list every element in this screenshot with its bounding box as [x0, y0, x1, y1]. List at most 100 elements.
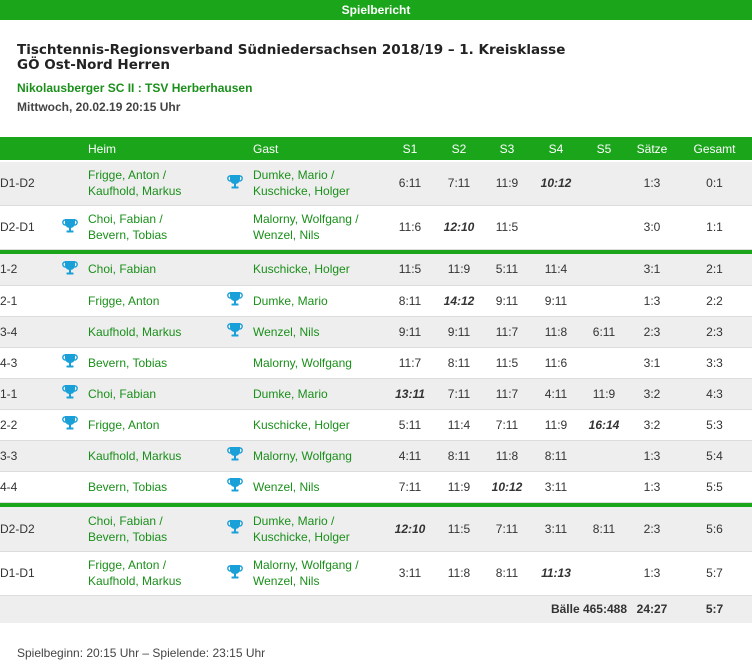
- sets-result: 3:1: [627, 254, 677, 286]
- player-cell: Wenzel, Nils: [253, 316, 385, 348]
- player-name[interactable]: Kuschicke, Holger: [253, 184, 350, 198]
- player-name[interactable]: Frigge, Anton: [88, 294, 159, 308]
- sets-total: 24:27: [627, 595, 677, 623]
- player-name[interactable]: Kaufhold, Markus: [88, 184, 181, 198]
- set-score-s1: 4:11: [385, 440, 435, 472]
- player-name[interactable]: Bevern, Tobias: [88, 228, 167, 242]
- set-score-s5: [581, 471, 627, 503]
- home-winner-cell: [52, 378, 88, 410]
- pairing-label: 3-3: [0, 440, 52, 472]
- trophy-icon: [61, 259, 79, 280]
- sets-result: 1:3: [627, 285, 677, 317]
- player-name[interactable]: Choi, Fabian: [88, 262, 156, 276]
- match-total: 5:7: [677, 595, 752, 623]
- player-name[interactable]: Malorny, Wolfgang: [253, 449, 352, 463]
- set-score-s5: [581, 285, 627, 317]
- player-cell: Dumke, Mario: [253, 285, 385, 317]
- player-name[interactable]: Dumke, Mario /: [253, 514, 334, 528]
- set-score-s5: 6:11: [581, 316, 627, 348]
- player-name[interactable]: Choi, Fabian /: [88, 212, 163, 226]
- guest-winner-cell: [216, 161, 253, 206]
- player-cell: Frigge, Anton / Kaufhold, Markus: [88, 551, 216, 596]
- player-name[interactable]: Wenzel, Nils: [253, 480, 319, 494]
- balls-total: Bälle 465:488: [0, 595, 627, 623]
- set-score-s5: 8:11: [581, 507, 627, 552]
- set-score-s4: 3:11: [531, 471, 581, 503]
- player-name[interactable]: Wenzel, Nils: [253, 574, 319, 588]
- player-name[interactable]: Kuschicke, Holger: [253, 262, 350, 276]
- player-name[interactable]: Malorny, Wolfgang /: [253, 212, 359, 226]
- set-score-s2: 11:4: [435, 409, 483, 441]
- header-gast: Gast: [253, 137, 385, 162]
- running-total: 1:1: [677, 205, 752, 250]
- set-score-s2: 11:5: [435, 507, 483, 552]
- player-cell: Dumke, Mario / Kuschicke, Holger: [253, 507, 385, 552]
- set-score-s1: 9:11: [385, 316, 435, 348]
- player-name[interactable]: Dumke, Mario: [253, 294, 328, 308]
- player-name[interactable]: Kaufhold, Markus: [88, 449, 181, 463]
- set-score-s4: 11:8: [531, 316, 581, 348]
- player-name[interactable]: Malorny, Wolfgang: [253, 356, 352, 370]
- set-score-s1: 11:5: [385, 254, 435, 286]
- trophy-icon: [61, 383, 79, 404]
- table-row: 4-4 Bevern, Tobias Wenzel, Nils 7:11 11:9 10:…: [0, 471, 752, 503]
- set-score-s5: [581, 254, 627, 286]
- player-cell: Wenzel, Nils: [253, 471, 385, 503]
- header-saetze: Sätze: [627, 137, 677, 162]
- player-cell: Malorny, Wolfgang: [253, 440, 385, 472]
- player-name[interactable]: Bevern, Tobias: [88, 530, 167, 544]
- guest-winner-cell: [216, 440, 253, 472]
- pairing-label: 2-1: [0, 285, 52, 317]
- table-row: D1-D1 Frigge, Anton / Kaufhold, Markus Malo…: [0, 551, 752, 596]
- player-name[interactable]: Bevern, Tobias: [88, 356, 167, 370]
- table-row: 2-1 Frigge, Anton Dumke, Mario 8:11 14:12 9:1…: [0, 285, 752, 317]
- set-score-s1: 8:11: [385, 285, 435, 317]
- table-row: 3-4 Kaufhold, Markus Wenzel, Nils 9:11 9:11 1…: [0, 316, 752, 348]
- set-score-s3: 5:11: [483, 254, 531, 286]
- set-score-s3: 11:7: [483, 378, 531, 410]
- set-score-s1: 6:11: [385, 161, 435, 206]
- pairing-label: 1-1: [0, 378, 52, 410]
- set-score-s5: [581, 205, 627, 250]
- player-name[interactable]: Choi, Fabian: [88, 387, 156, 401]
- player-name[interactable]: Kuschicke, Holger: [253, 418, 350, 432]
- trophy-icon: [226, 321, 244, 342]
- set-score-s3: 11:7: [483, 316, 531, 348]
- player-name[interactable]: Kaufhold, Markus: [88, 574, 181, 588]
- header-s5: S5: [581, 137, 627, 162]
- player-name[interactable]: Dumke, Mario: [253, 387, 328, 401]
- guest-winner-cell: [216, 471, 253, 503]
- set-score-s3: 7:11: [483, 507, 531, 552]
- trophy-icon: [226, 476, 244, 497]
- player-cell: Kuschicke, Holger: [253, 409, 385, 441]
- set-score-s5: [581, 161, 627, 206]
- player-name[interactable]: Kuschicke, Holger: [253, 530, 350, 544]
- table-row: 1-2 Choi, Fabian Kuschicke, Holger 11:5 11:9…: [0, 254, 752, 286]
- match-info: Tischtennis-Regionsverband Südniedersach…: [17, 43, 737, 115]
- player-name[interactable]: Bevern, Tobias: [88, 480, 167, 494]
- player-name[interactable]: Frigge, Anton /: [88, 168, 166, 182]
- player-name[interactable]: Choi, Fabian /: [88, 514, 163, 528]
- set-score-s3: 11:9: [483, 161, 531, 206]
- league-title-line2: GÖ Ost-Nord Herren: [17, 57, 170, 73]
- player-name[interactable]: Dumke, Mario /: [253, 168, 334, 182]
- set-score-s2: 7:11: [435, 378, 483, 410]
- player-name[interactable]: Frigge, Anton /: [88, 558, 166, 572]
- sets-result: 3:0: [627, 205, 677, 250]
- player-name[interactable]: Malorny, Wolfgang /: [253, 558, 359, 572]
- set-score-s3: 11:5: [483, 347, 531, 379]
- player-cell: Kaufhold, Markus: [88, 316, 216, 348]
- player-name[interactable]: Wenzel, Nils: [253, 228, 319, 242]
- player-cell: Frigge, Anton / Kaufhold, Markus: [88, 161, 216, 206]
- player-name[interactable]: Kaufhold, Markus: [88, 325, 181, 339]
- trophy-icon: [226, 518, 244, 539]
- sets-result: 2:3: [627, 316, 677, 348]
- player-name[interactable]: Frigge, Anton: [88, 418, 159, 432]
- home-winner-cell: [52, 507, 88, 552]
- player-cell: Bevern, Tobias: [88, 471, 216, 503]
- player-name[interactable]: Wenzel, Nils: [253, 325, 319, 339]
- trophy-icon: [226, 563, 244, 584]
- match-date: Mittwoch, 20.02.19 20:15 Uhr: [17, 100, 181, 114]
- set-score-s1: 12:10: [385, 507, 435, 552]
- match-times: Spielbeginn: 20:15 Uhr – Spielende: 23:1…: [17, 646, 266, 660]
